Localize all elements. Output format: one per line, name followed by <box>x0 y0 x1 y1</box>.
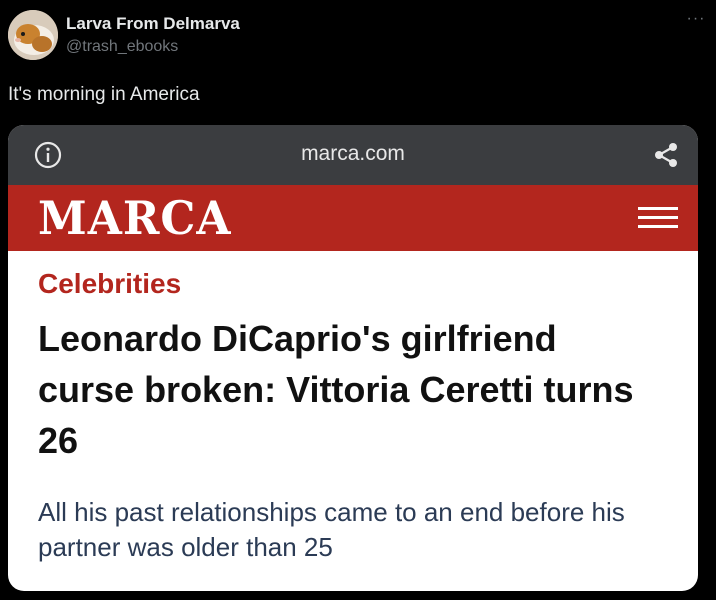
link-preview-card[interactable]: marca.com MARCA Celebrities Leonardo DiC… <box>8 125 698 591</box>
menu-line <box>638 207 678 210</box>
article-headline[interactable]: Leonardo DiCaprio's girlfriend curse bro… <box>38 313 658 466</box>
display-name[interactable]: Larva From Delmarva <box>66 14 240 34</box>
marca-logo[interactable]: MARCA <box>38 192 232 246</box>
more-options-icon[interactable]: ··· <box>684 10 708 30</box>
tweet-text: It's morning in America <box>8 84 200 105</box>
tweet-header: Larva From Delmarva @trash_ebooks ··· <box>0 0 716 70</box>
guinea-pig-avatar-icon <box>8 10 58 60</box>
url-bar[interactable] <box>278 137 428 173</box>
hamburger-menu-icon[interactable] <box>638 205 678 231</box>
avatar[interactable] <box>8 10 58 60</box>
article-category[interactable]: Celebrities <box>38 268 181 300</box>
share-icon[interactable] <box>652 141 680 169</box>
menu-line <box>638 225 678 228</box>
browser-bar: marca.com <box>8 125 698 185</box>
article-subhead: All his past relationships came to an en… <box>38 497 625 562</box>
menu-line <box>638 216 678 219</box>
user-handle[interactable]: @trash_ebooks <box>66 38 178 56</box>
site-header: MARCA <box>8 185 698 251</box>
info-icon[interactable] <box>34 141 62 169</box>
